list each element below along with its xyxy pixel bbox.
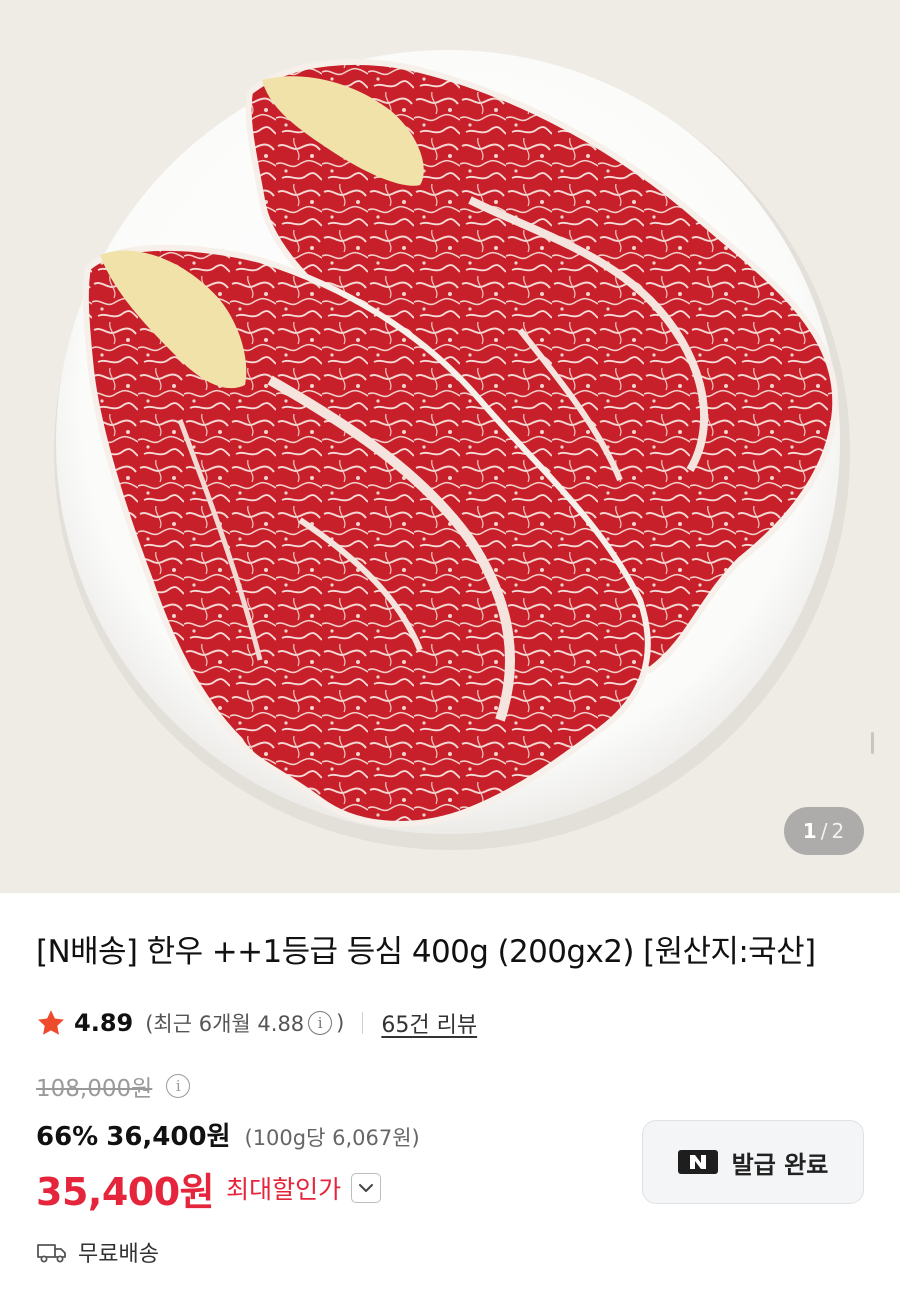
truck-icon [37, 1244, 66, 1263]
original-price-row: 108,000원 i [36, 1068, 194, 1104]
original-price: 108,000원 [36, 1076, 153, 1102]
final-price: 35,400원 [36, 1169, 215, 1214]
info-icon[interactable]: i [308, 1011, 333, 1035]
rating-row: 4.89 (최근 6개월 4.88 i ) 65건 리뷰 [36, 1003, 477, 1043]
shipping-row: 무료배송 [36, 1234, 159, 1270]
sale-price-row: 66% 36,400원 (100g당 6,067원) [36, 1116, 420, 1156]
image-page-indicator: 1 / 2 [784, 807, 864, 855]
star-icon [38, 1010, 64, 1035]
product-image-gallery[interactable]: 1 / 2 [0, 0, 900, 893]
unit-price: (100g당 6,067원) [244, 1126, 420, 1150]
chevron-down-icon [359, 1184, 374, 1192]
max-discount-toggle[interactable] [351, 1173, 382, 1203]
recent-rating-close: ) [336, 1011, 345, 1035]
current-page: 1 [802, 819, 818, 843]
recent-rating: (최근 6개월 4.88 i ) [145, 1008, 344, 1038]
rating-score: 4.89 [74, 1009, 134, 1037]
shipping-label: 무료배송 [78, 1242, 159, 1267]
final-price-row: 35,400원 최대할인가 [36, 1160, 382, 1216]
total-pages: 2 [831, 819, 846, 843]
sale-price: 36,400원 [106, 1122, 231, 1152]
product-title: [N배송] 한우 ++1등급 등심 400g (200gx2) [원산지:국산] [36, 934, 816, 970]
recent-rating-text: (최근 6개월 4.88 [145, 1012, 305, 1036]
product-image [54, 50, 850, 850]
review-count-link[interactable]: 65건 리뷰 [381, 1007, 477, 1039]
coupon-issued-button[interactable]: 발급 완료 [642, 1120, 864, 1204]
discount-rate: 66% [36, 1122, 99, 1152]
naver-n-icon [677, 1150, 718, 1174]
divider [362, 1012, 364, 1034]
scroll-indicator [871, 732, 874, 754]
page-separator: / [820, 819, 829, 843]
max-discount-label[interactable]: 최대할인가 [226, 1170, 341, 1206]
price-info-icon[interactable]: i [166, 1074, 191, 1098]
coupon-label: 발급 완료 [731, 1150, 829, 1179]
